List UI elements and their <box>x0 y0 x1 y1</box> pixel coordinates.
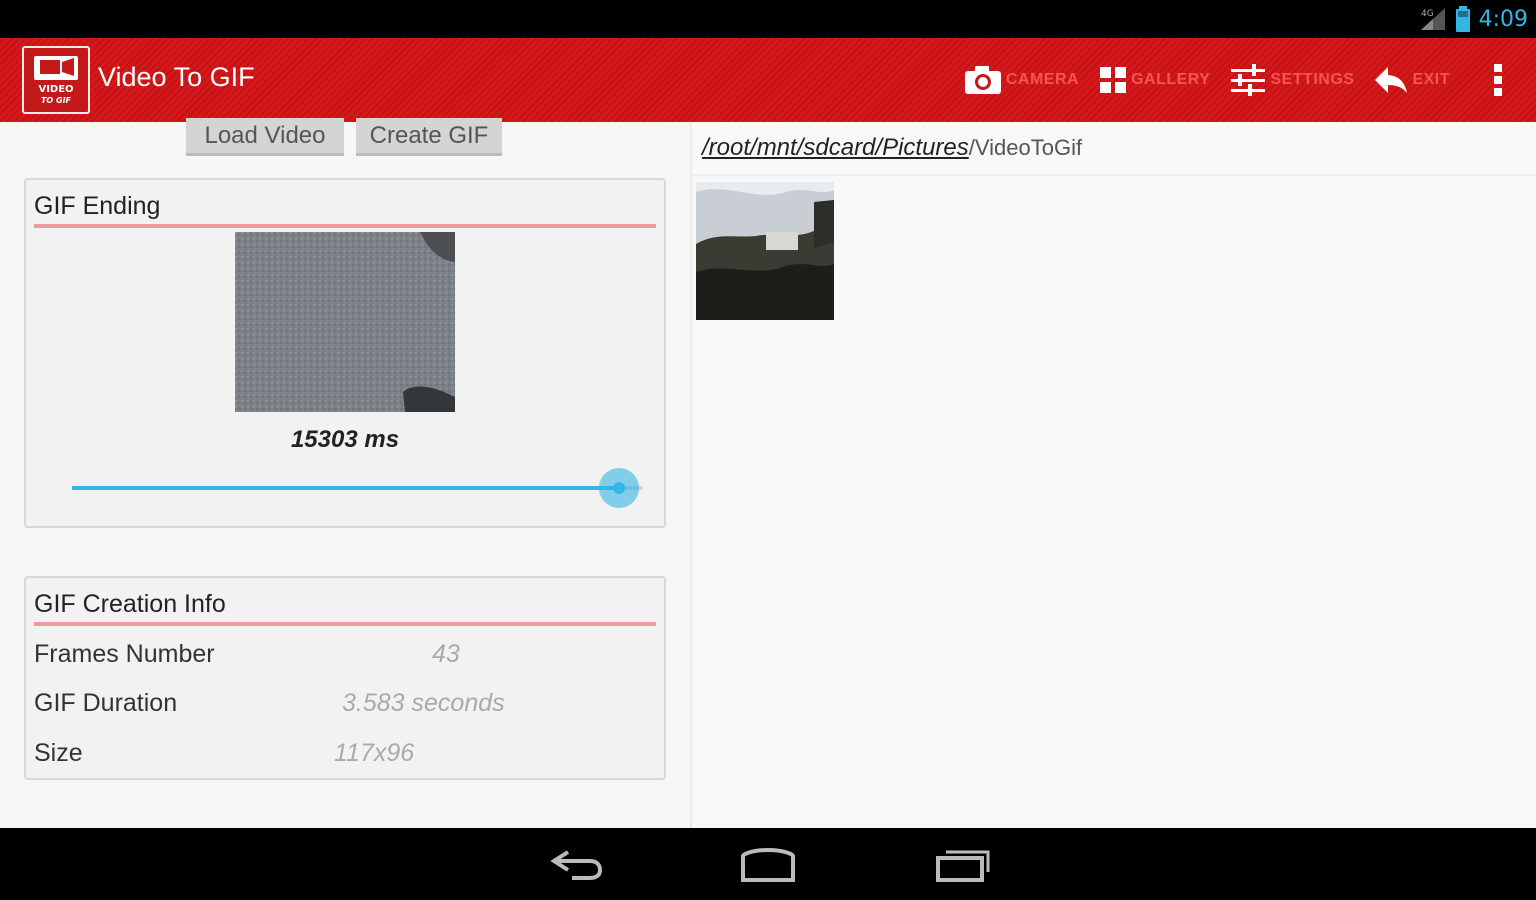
frame-preview-image <box>235 232 455 412</box>
status-icons: 4G 4:09 <box>1419 4 1528 34</box>
settings-action[interactable]: SETTINGS <box>1220 38 1364 122</box>
slider-thumb[interactable] <box>599 468 640 508</box>
navigation-bar <box>0 828 1536 900</box>
load-video-button[interactable]: Load Video <box>186 118 344 156</box>
gif-info-card: GIF Creation Info Frames Number 43 GIF D… <box>24 576 666 780</box>
battery-icon <box>1455 6 1470 32</box>
gif-info-divider <box>34 622 656 626</box>
file-browser-pane: /root/mnt/sdcard/Pictures/VideoToGif <box>692 122 1536 828</box>
video-to-gif-logo-icon: VIDEO TO GIF <box>34 56 78 105</box>
info-value: 43 <box>432 640 460 668</box>
info-value: 117x96 <box>334 739 415 767</box>
create-gif-button[interactable]: Create GIF <box>356 118 502 156</box>
recents-nav-icon[interactable] <box>926 842 996 886</box>
content-area: Load Video Create GIF GIF Ending 15303 m… <box>0 118 1536 828</box>
info-row-frames: Frames Number 43 <box>34 640 654 680</box>
app-title: Video To GIF <box>98 62 255 92</box>
gif-ending-divider <box>34 224 656 228</box>
gif-thumbnail[interactable] <box>696 182 834 320</box>
gallery-action-label: GALLERY <box>1131 71 1211 88</box>
gif-info-title: GIF Creation Info <box>34 590 226 618</box>
signal-icon: 4G <box>1420 8 1445 30</box>
app-icon[interactable]: VIDEO TO GIF <box>22 46 90 114</box>
gallery-action[interactable]: GALLERY <box>1089 38 1220 122</box>
back-arrow-icon <box>1375 67 1408 93</box>
gif-ending-title: GIF Ending <box>34 192 161 220</box>
info-label: Size <box>34 739 83 767</box>
slider-fill <box>72 486 620 490</box>
grid-icon <box>1100 67 1127 93</box>
status-clock: 4:09 <box>1478 6 1528 32</box>
current-path: /root/mnt/sdcard/Pictures/VideoToGif <box>702 134 1082 162</box>
back-nav-icon[interactable] <box>542 842 612 886</box>
action-items: CAMERA GALLERY SETTINGS EXIT <box>954 38 1536 122</box>
gif-ending-duration: 15303 ms <box>290 426 400 453</box>
info-row-duration: GIF Duration 3.583 seconds <box>34 689 654 729</box>
camera-icon <box>964 66 1001 94</box>
home-nav-icon[interactable] <box>733 842 803 886</box>
camera-action-label: CAMERA <box>1005 71 1080 88</box>
path-divider <box>692 174 1536 176</box>
logo-text-bottom: TO GIF <box>41 96 72 105</box>
overflow-menu-button[interactable] <box>1460 38 1536 122</box>
logo-text-top: VIDEO <box>38 84 73 95</box>
svg-text:4G: 4G <box>1421 9 1434 19</box>
gif-ending-card: GIF Ending 15303 ms <box>24 178 666 528</box>
left-pane: Load Video Create GIF GIF Ending 15303 m… <box>0 118 690 828</box>
thumbnail-image <box>696 182 834 320</box>
info-row-size: Size 117x96 <box>34 739 654 779</box>
action-bar: VIDEO TO GIF Video To GIF CAMERA GALLERY <box>0 38 1536 122</box>
info-label: GIF Duration <box>34 689 178 717</box>
exit-action-label: EXIT <box>1412 71 1450 88</box>
path-link[interactable]: /root/mnt/sdcard/Pictures <box>702 134 969 161</box>
info-label: Frames Number <box>34 640 215 668</box>
path-current-folder: /VideoToGif <box>968 135 1083 160</box>
status-bar: 4G 4:09 <box>0 0 1536 38</box>
sliders-icon <box>1231 64 1266 96</box>
gif-ending-slider[interactable] <box>72 468 642 508</box>
preview-texture <box>235 232 455 412</box>
exit-action[interactable]: EXIT <box>1364 38 1460 122</box>
settings-action-label: SETTINGS <box>1270 71 1355 88</box>
more-vert-icon <box>1494 64 1502 96</box>
info-value: 3.583 seconds <box>342 689 505 717</box>
camera-action[interactable]: CAMERA <box>954 38 1089 122</box>
